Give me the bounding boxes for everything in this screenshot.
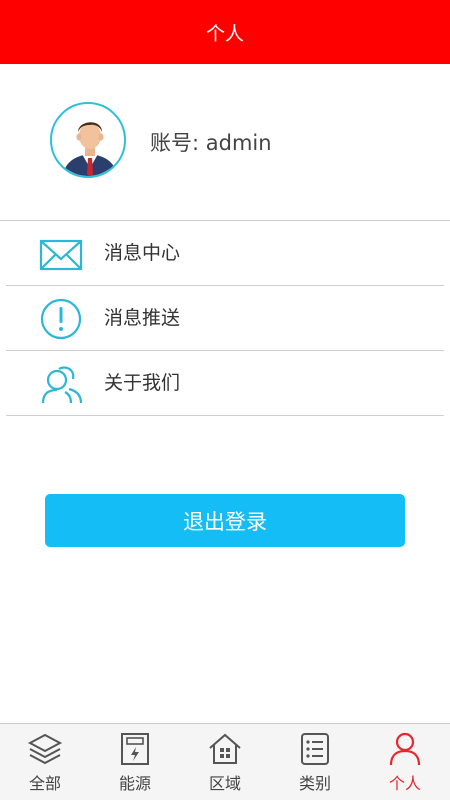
bottom-tab-bar: 全部 能源 区域 类别 个人: [0, 723, 450, 800]
tab-energy[interactable]: 能源: [90, 724, 180, 800]
tab-category[interactable]: 类别: [270, 724, 360, 800]
layers-icon: [27, 731, 63, 767]
tab-label: 全部: [28, 774, 61, 793]
avatar[interactable]: [50, 102, 126, 178]
menu-label: 关于我们: [104, 372, 181, 394]
menu-label: 消息推送: [104, 307, 181, 329]
menu-item-message-center[interactable]: 消息中心: [6, 221, 444, 286]
tab-label: 个人: [388, 774, 421, 793]
tab-area[interactable]: 区域: [180, 724, 270, 800]
menu-item-about-us[interactable]: 关于我们: [6, 351, 444, 416]
tab-personal[interactable]: 个人: [360, 724, 450, 800]
menu-label: 消息中心: [104, 242, 181, 264]
page-title: 个人: [205, 22, 244, 45]
businessman-avatar-icon: [62, 122, 118, 176]
house-icon: [207, 731, 243, 767]
app-header: 个人: [0, 0, 450, 64]
exclamation-icon: [39, 298, 83, 340]
account-label: 账号: admin: [150, 131, 272, 155]
person-icon: [387, 731, 423, 767]
energy-meter-icon: [117, 731, 153, 767]
tab-label: 区域: [208, 774, 241, 793]
people-icon: [39, 363, 83, 405]
tab-label: 能源: [118, 774, 151, 793]
mail-icon: [39, 233, 83, 275]
tab-label: 类别: [298, 774, 331, 793]
list-icon: [297, 731, 333, 767]
tab-all[interactable]: 全部: [0, 724, 90, 800]
logout-button[interactable]: 退出登录: [45, 494, 405, 547]
menu-item-message-push[interactable]: 消息推送: [6, 286, 444, 351]
profile-section: 账号: admin: [0, 64, 450, 220]
